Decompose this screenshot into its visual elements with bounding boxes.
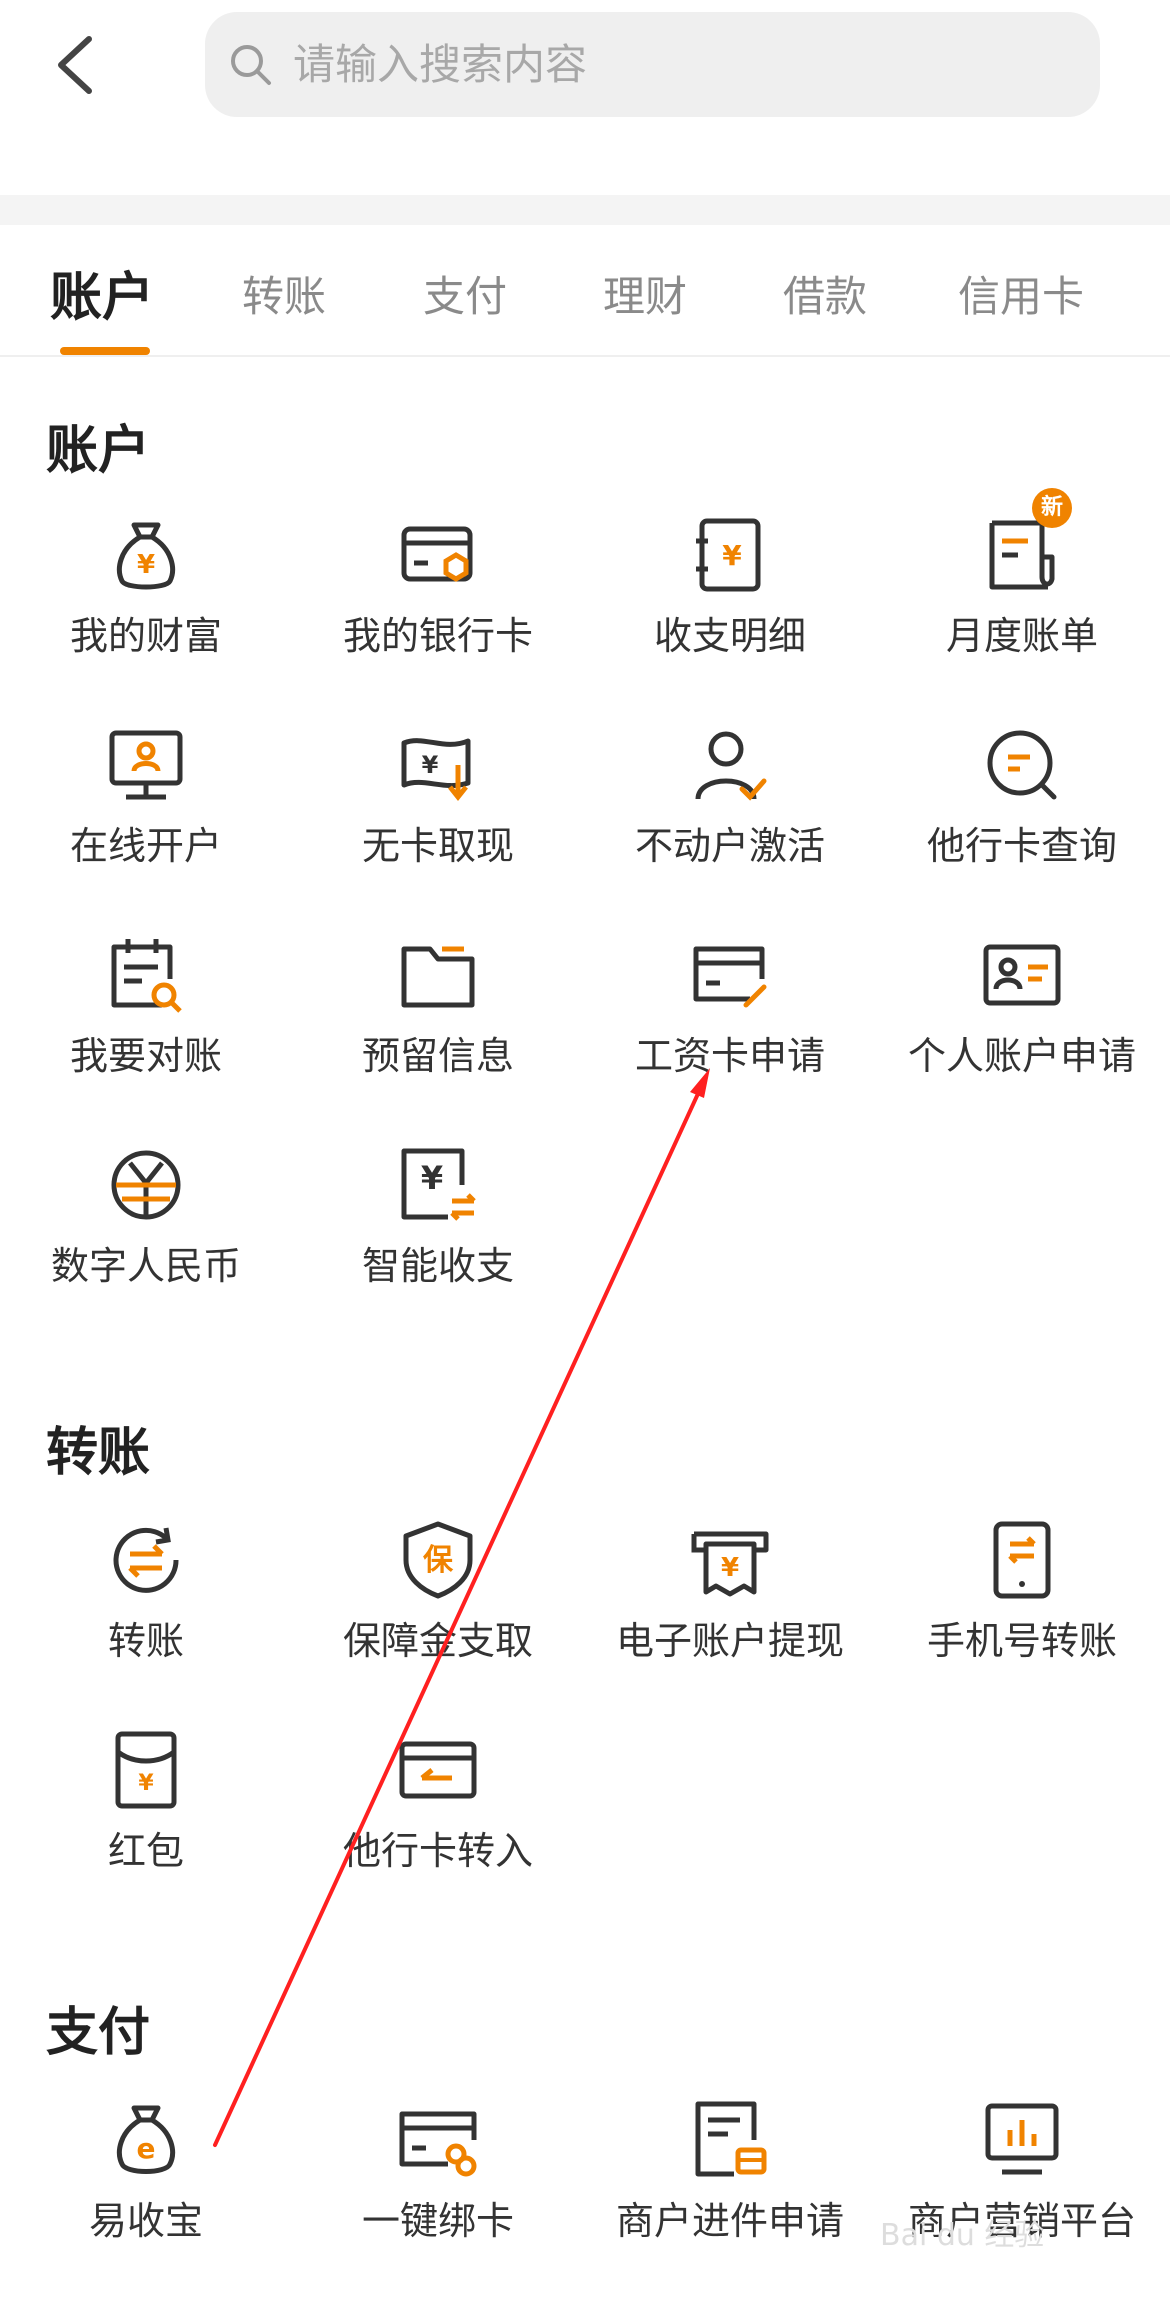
menu-item-smart-payment[interactable]: ¥ 智能收支 <box>292 1145 584 1315</box>
card-link-icon <box>398 2100 478 2180</box>
menu-item-label: 收支明细 <box>653 614 806 658</box>
menu-item-label: 工资卡申请 <box>634 1034 825 1078</box>
menu-item-online-account[interactable]: 在线开户 <box>0 725 292 895</box>
search-message-icon <box>982 725 1062 805</box>
transfer-icon <box>106 1520 186 1600</box>
back-button[interactable] <box>40 25 110 105</box>
card-transfer-in-icon <box>398 1730 478 1810</box>
menu-item-reconcile[interactable]: 我要对账 <box>0 935 292 1105</box>
section-title-account: 账户 <box>46 421 151 481</box>
salary-card-icon <box>690 935 770 1015</box>
menu-item-digital-rmb[interactable]: 数字人民币 <box>0 1145 292 1315</box>
money-bag-icon: ¥ <box>106 515 186 595</box>
menu-item-personal-account-apply[interactable]: 个人账户申请 <box>876 935 1168 1105</box>
menu-item-transaction-details[interactable]: ¥ 收支明细 <box>584 515 876 685</box>
svg-text:¥: ¥ <box>721 1553 739 1583</box>
phone-transfer-icon <box>982 1520 1062 1600</box>
menu-item-e-collect[interactable]: e 易收宝 <box>0 2100 292 2270</box>
tab-transfer[interactable]: 转账 <box>242 263 326 324</box>
menu-item-my-wealth[interactable]: ¥ 我的财富 <box>0 515 292 685</box>
divider <box>0 195 1170 225</box>
id-card-icon <box>982 935 1062 1015</box>
tab-payment[interactable]: 支付 <box>423 263 507 324</box>
menu-item-label: 商户进件申请 <box>615 2199 844 2243</box>
tab-credit-card[interactable]: 信用卡 <box>958 263 1084 324</box>
menu-item-label: 电子账户提现 <box>615 1619 844 1663</box>
menu-item-other-card-transfer-in[interactable]: 他行卡转入 <box>292 1730 584 1900</box>
menu-item-red-packet[interactable]: ¥ 红包 <box>0 1730 292 1900</box>
tab-account[interactable]: 账户 <box>50 255 154 330</box>
svg-text:保: 保 <box>423 1543 454 1578</box>
menu-item-label: 我的银行卡 <box>342 614 533 658</box>
menu-item-label: 智能收支 <box>361 1244 514 1288</box>
e-bag-icon: e <box>106 2100 186 2180</box>
menu-item-label: 月度账单 <box>945 614 1098 658</box>
menu-item-my-bank-card[interactable]: 我的银行卡 <box>292 515 584 685</box>
menu-item-one-click-bind-card[interactable]: 一键绑卡 <box>292 2100 584 2270</box>
online-account-icon <box>106 725 186 805</box>
cardless-withdraw-icon: ¥ <box>398 725 478 805</box>
menu-item-reserved-info[interactable]: 预留信息 <box>292 935 584 1105</box>
svg-text:¥: ¥ <box>421 1159 443 1197</box>
atm-withdraw-icon: ¥ <box>690 1520 770 1600</box>
svg-text:¥: ¥ <box>422 751 439 779</box>
smart-payment-icon: ¥ <box>398 1145 478 1225</box>
red-packet-icon: ¥ <box>106 1730 186 1810</box>
tab-wealth[interactable]: 理财 <box>603 263 687 324</box>
menu-item-cardless-withdraw[interactable]: ¥ 无卡取现 <box>292 725 584 895</box>
menu-item-label: 转账 <box>107 1619 184 1663</box>
menu-item-label: 数字人民币 <box>50 1244 241 1288</box>
menu-item-label: 预留信息 <box>361 1034 514 1078</box>
menu-item-label: 手机号转账 <box>926 1619 1117 1663</box>
new-badge: 新 <box>1032 488 1072 528</box>
menu-item-deposit-withdraw[interactable]: 保 保障金支取 <box>292 1520 584 1690</box>
search-box[interactable] <box>205 12 1100 117</box>
active-tab-indicator <box>60 347 150 355</box>
tab-loan[interactable]: 借款 <box>783 263 867 324</box>
menu-item-label: 在线开户 <box>69 824 222 868</box>
user-activate-icon <box>690 725 770 805</box>
menu-item-label: 他行卡转入 <box>342 1829 533 1873</box>
chevron-left-icon <box>58 36 92 94</box>
svg-text:e: e <box>137 2132 156 2165</box>
tab-bar: 账户 转账 支付 理财 借款 信用卡 <box>0 225 1170 357</box>
shield-icon: 保 <box>398 1520 478 1600</box>
svg-text:¥: ¥ <box>137 550 155 580</box>
menu-item-label: 不动户激活 <box>634 824 825 868</box>
search-input[interactable] <box>291 39 1075 90</box>
menu-item-label: 无卡取现 <box>361 824 514 868</box>
digital-rmb-icon <box>106 1145 186 1225</box>
svg-text:¥: ¥ <box>138 1771 154 1796</box>
top-bar <box>0 0 1170 195</box>
menu-item-monthly-bill[interactable]: 月度账单 <box>876 515 1168 685</box>
menu-item-label: 易收宝 <box>88 2199 203 2243</box>
menu-item-phone-transfer[interactable]: 手机号转账 <box>876 1520 1168 1690</box>
marketing-platform-icon <box>982 2100 1062 2180</box>
svg-text:¥: ¥ <box>722 539 742 572</box>
folder-icon <box>398 935 478 1015</box>
reconcile-icon <box>106 935 186 1015</box>
bank-card-icon <box>398 515 478 595</box>
menu-item-label: 个人账户申请 <box>907 1034 1136 1078</box>
menu-item-label: 一键绑卡 <box>361 2199 514 2243</box>
menu-item-e-account-withdraw[interactable]: ¥ 电子账户提现 <box>584 1520 876 1690</box>
menu-item-merchant-apply[interactable]: 商户进件申请 <box>584 2100 876 2270</box>
menu-item-transfer[interactable]: 转账 <box>0 1520 292 1690</box>
search-icon <box>231 44 271 85</box>
menu-item-dormant-activate[interactable]: 不动户激活 <box>584 725 876 895</box>
menu-item-label: 他行卡查询 <box>926 824 1117 868</box>
menu-item-label: 保障金支取 <box>342 1619 533 1663</box>
receipt-icon: ¥ <box>690 515 770 595</box>
menu-item-label: 红包 <box>107 1829 184 1873</box>
menu-item-other-card-query[interactable]: 他行卡查询 <box>876 725 1168 895</box>
menu-item-label: 我要对账 <box>69 1034 222 1078</box>
menu-item-label: 我的财富 <box>69 614 222 658</box>
merchant-apply-icon <box>690 2100 770 2180</box>
section-title-payment: 支付 <box>46 2003 151 2063</box>
section-title-transfer: 转账 <box>46 1423 151 1483</box>
menu-item-salary-card-apply[interactable]: 工资卡申请 <box>584 935 876 1105</box>
watermark: Bai du 经验 <box>880 2218 1045 2253</box>
